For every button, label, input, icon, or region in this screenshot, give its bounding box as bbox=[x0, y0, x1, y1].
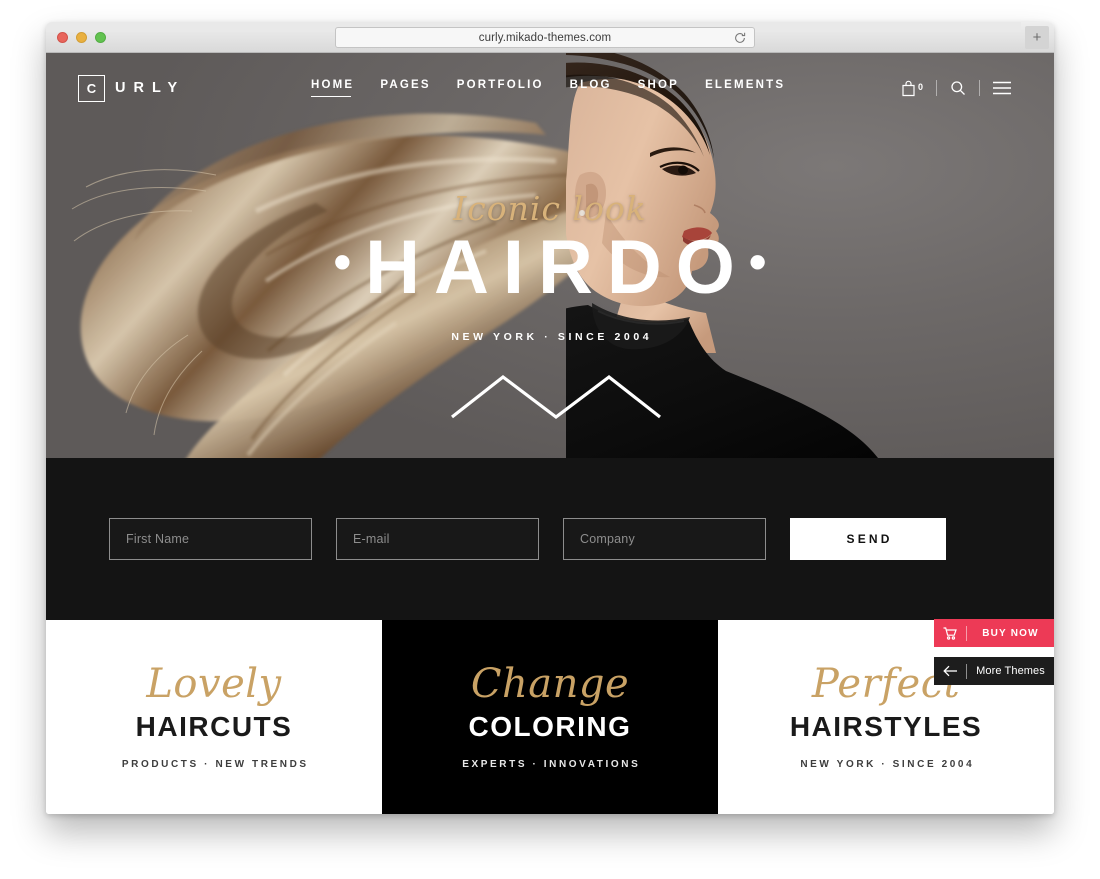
shopping-bag-icon[interactable]: 0 bbox=[888, 80, 936, 97]
panel-script-change: Change bbox=[470, 661, 630, 708]
panel-title-hairstyles: HAIRSTYLES bbox=[789, 711, 983, 743]
url-text: curly.mikado-themes.com bbox=[478, 31, 612, 44]
arrow-left-icon bbox=[934, 665, 966, 677]
logo-text: URLY bbox=[115, 80, 186, 96]
page-viewport: C URLY HOME PAGES PORTFOLIO BLOG SHOP EL… bbox=[46, 53, 1054, 814]
hero-script-text: Iconic look bbox=[453, 189, 647, 228]
panel-title-coloring: COLORING bbox=[468, 711, 632, 743]
new-tab-button[interactable]: + bbox=[1025, 26, 1049, 49]
nav-item-home[interactable]: HOME bbox=[311, 79, 354, 97]
reload-icon[interactable] bbox=[733, 31, 747, 45]
search-icon[interactable] bbox=[937, 80, 979, 96]
hero-subtitle: NEW YORK · SINCE 2004 bbox=[451, 331, 653, 343]
hero-section: C URLY HOME PAGES PORTFOLIO BLOG SHOP EL… bbox=[46, 53, 1054, 458]
panel-meta-haircuts: PRODUCTS · NEW TRENDS bbox=[121, 758, 309, 770]
main-navigation[interactable]: HOME PAGES PORTFOLIO BLOG SHOP ELEMENTS bbox=[311, 79, 785, 97]
site-header: C URLY HOME PAGES PORTFOLIO BLOG SHOP EL… bbox=[46, 53, 1054, 123]
close-window-button[interactable] bbox=[57, 32, 68, 43]
nav-item-blog[interactable]: BLOG bbox=[570, 79, 612, 97]
company-input[interactable] bbox=[563, 518, 766, 560]
zoom-window-button[interactable] bbox=[95, 32, 106, 43]
send-button[interactable]: SEND bbox=[790, 518, 946, 560]
first-name-input[interactable] bbox=[109, 518, 312, 560]
nav-item-pages[interactable]: PAGES bbox=[380, 79, 430, 97]
email-input[interactable] bbox=[336, 518, 539, 560]
promo-panels: Lovely HAIRCUTS PRODUCTS · NEW TRENDS Ch… bbox=[46, 620, 1054, 814]
nav-item-portfolio[interactable]: PORTFOLIO bbox=[457, 79, 544, 97]
more-themes-label: More Themes bbox=[976, 665, 1045, 677]
header-icon-group: 0 bbox=[888, 80, 1024, 97]
cart-icon bbox=[934, 626, 966, 640]
panel-script-lovely: Lovely bbox=[146, 661, 282, 708]
window-controls[interactable] bbox=[57, 32, 106, 43]
hero-title: •HAIRDO• bbox=[46, 230, 1054, 306]
panel-title-haircuts: HAIRCUTS bbox=[135, 711, 293, 743]
buy-now-label: BUY NOW bbox=[982, 627, 1039, 639]
hero-title-text: HAIRDO bbox=[365, 225, 749, 310]
floating-promo-group: BUY NOW More Themes bbox=[934, 619, 1054, 685]
nav-item-shop[interactable]: SHOP bbox=[638, 79, 679, 97]
hero-dot-left: • bbox=[333, 234, 366, 290]
address-bar[interactable]: curly.mikado-themes.com bbox=[335, 27, 755, 48]
panel-meta-coloring: EXPERTS · INNOVATIONS bbox=[462, 758, 641, 770]
cart-count-badge: 0 bbox=[917, 81, 923, 92]
minimize-window-button[interactable] bbox=[76, 32, 87, 43]
panel-meta-hairstyles: NEW YORK · SINCE 2004 bbox=[800, 758, 975, 770]
promo-panel-coloring[interactable]: Change COLORING EXPERTS · INNOVATIONS bbox=[382, 620, 718, 814]
newsletter-form-section: SEND bbox=[46, 458, 1054, 620]
buy-now-button[interactable]: BUY NOW bbox=[934, 619, 1054, 647]
hamburger-menu-icon[interactable] bbox=[980, 81, 1024, 95]
site-logo[interactable]: C URLY bbox=[78, 74, 186, 102]
logo-initial: C bbox=[78, 74, 105, 102]
zigzag-divider-icon bbox=[451, 374, 661, 419]
browser-window: curly.mikado-themes.com + C URLY HOME PA… bbox=[46, 22, 1054, 814]
more-themes-button[interactable]: More Themes bbox=[934, 657, 1054, 685]
hero-dot-right: • bbox=[748, 234, 781, 290]
nav-item-elements[interactable]: ELEMENTS bbox=[705, 79, 785, 97]
promo-panel-haircuts[interactable]: Lovely HAIRCUTS PRODUCTS · NEW TRENDS bbox=[46, 620, 382, 814]
browser-chrome: curly.mikado-themes.com + bbox=[46, 22, 1054, 53]
